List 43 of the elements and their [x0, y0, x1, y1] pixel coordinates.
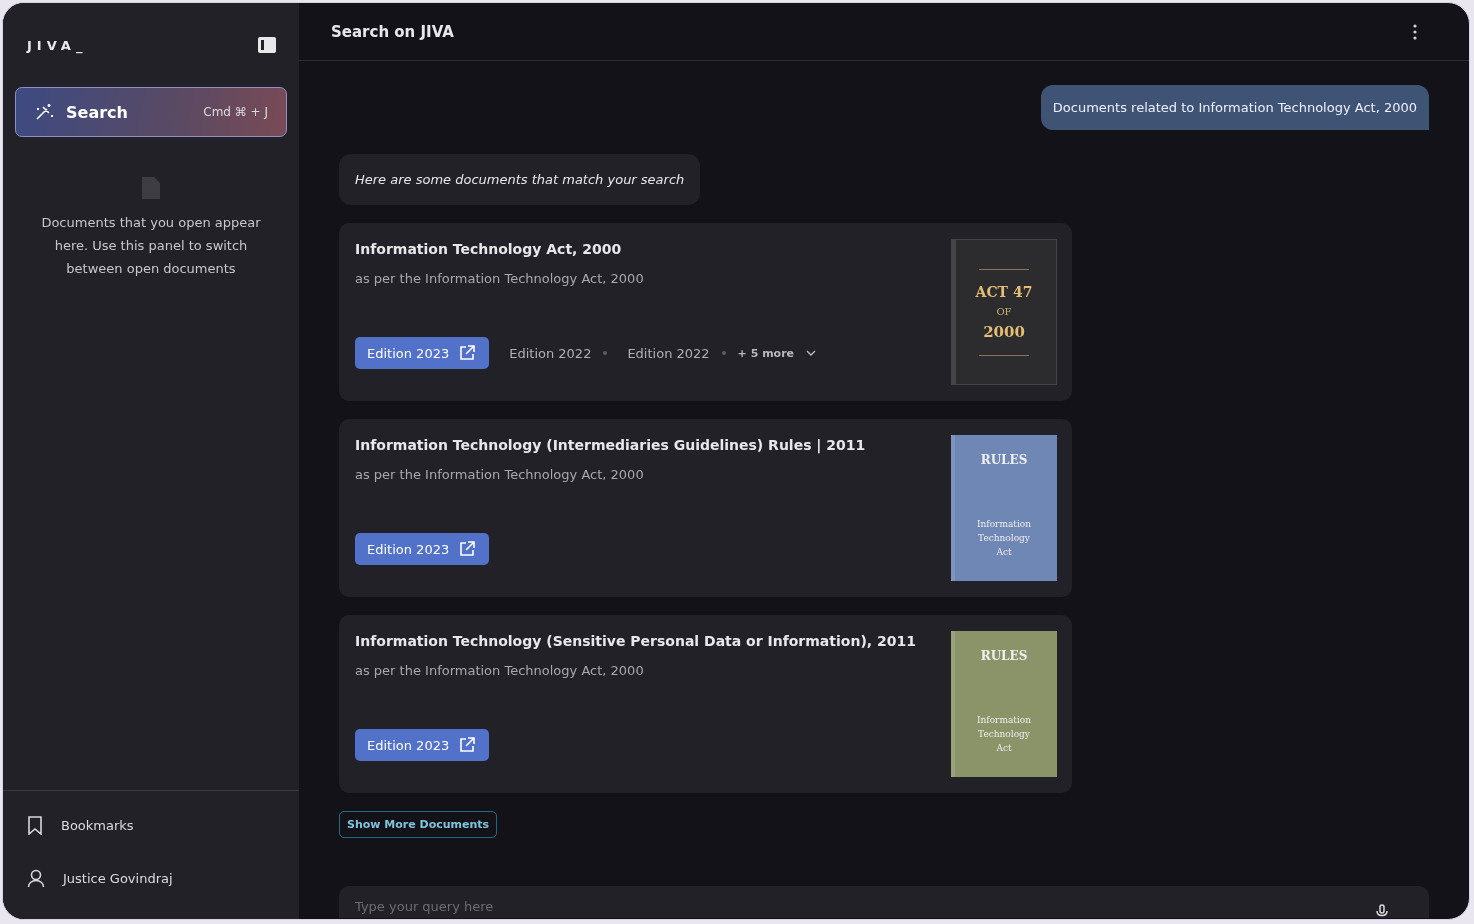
user-message: Documents related to Information Technology Act, 2000 [1040, 85, 1429, 130]
document-subtitle: as per the Information Technology Act, 2000 [355, 663, 645, 678]
external-link-icon [459, 541, 476, 557]
sidebar-link[interactable]: Bookmarks [3, 799, 299, 852]
cover-title: RULES [980, 453, 1028, 467]
query-input[interactable]: Type your query here [355, 899, 1365, 918]
external-link-icon [459, 737, 476, 753]
cover-title: ACT 47 [975, 283, 1033, 300]
external-link-icon [459, 345, 476, 361]
sidebar-toggle-icon[interactable] [257, 36, 277, 54]
search-button[interactable]: Search Cmd ⌘ + J [15, 87, 287, 137]
bookmark-icon [27, 816, 43, 835]
separator-dot [603, 351, 608, 355]
user-icon [27, 869, 45, 888]
microphone-icon[interactable] [1375, 904, 1389, 918]
document-icon [142, 177, 160, 199]
page-title: Search on JIVA [331, 22, 454, 41]
more-editions-link[interactable]: + 5 more [737, 346, 795, 360]
edition-link[interactable]: Edition 2022 [627, 345, 710, 361]
sidebar-link[interactable]: Justice Govindraj [3, 852, 299, 905]
chevron-down-icon[interactable] [806, 350, 817, 356]
cover-title: RULES [980, 649, 1028, 663]
query-field[interactable]: Type your query here [339, 886, 1429, 918]
cover-year: 2000 [983, 322, 1025, 341]
cover-text: Information Technology Act [976, 714, 1032, 755]
empty-state-text: Documents that you open appear here. Use this panel to switch between open documents [40, 214, 262, 278]
document-subtitle: as per the Information Technology Act, 2000 [355, 271, 645, 286]
separator-dot [721, 351, 726, 355]
logo: JIVA_ [27, 37, 88, 53]
edition-link[interactable]: Edition 2022 [509, 345, 592, 361]
document-subtitle: as per the Information Technology Act, 2000 [355, 467, 645, 482]
more-menu-icon[interactable] [1413, 23, 1417, 40]
assistant-message: Here are some documents that match your search [339, 154, 701, 205]
cover-text: OF [996, 305, 1012, 317]
document-title: Information Technology (Intermediaries Guidelines) Rules | 2011 [355, 437, 866, 453]
document-title: Information Technology Act, 2000 [355, 241, 623, 257]
show-more-button[interactable]: Show More Documents [339, 811, 498, 838]
edition-button[interactable]: Edition 2023 [355, 729, 490, 761]
document-title: Information Technology (Sensitive Personal Data or Information), 2011 [355, 633, 916, 649]
edition-button[interactable]: Edition 2023 [355, 337, 490, 369]
cover-text: Information Technology Act [976, 518, 1032, 559]
magic-wand-icon [34, 102, 54, 122]
edition-button[interactable]: Edition 2023 [355, 533, 490, 565]
